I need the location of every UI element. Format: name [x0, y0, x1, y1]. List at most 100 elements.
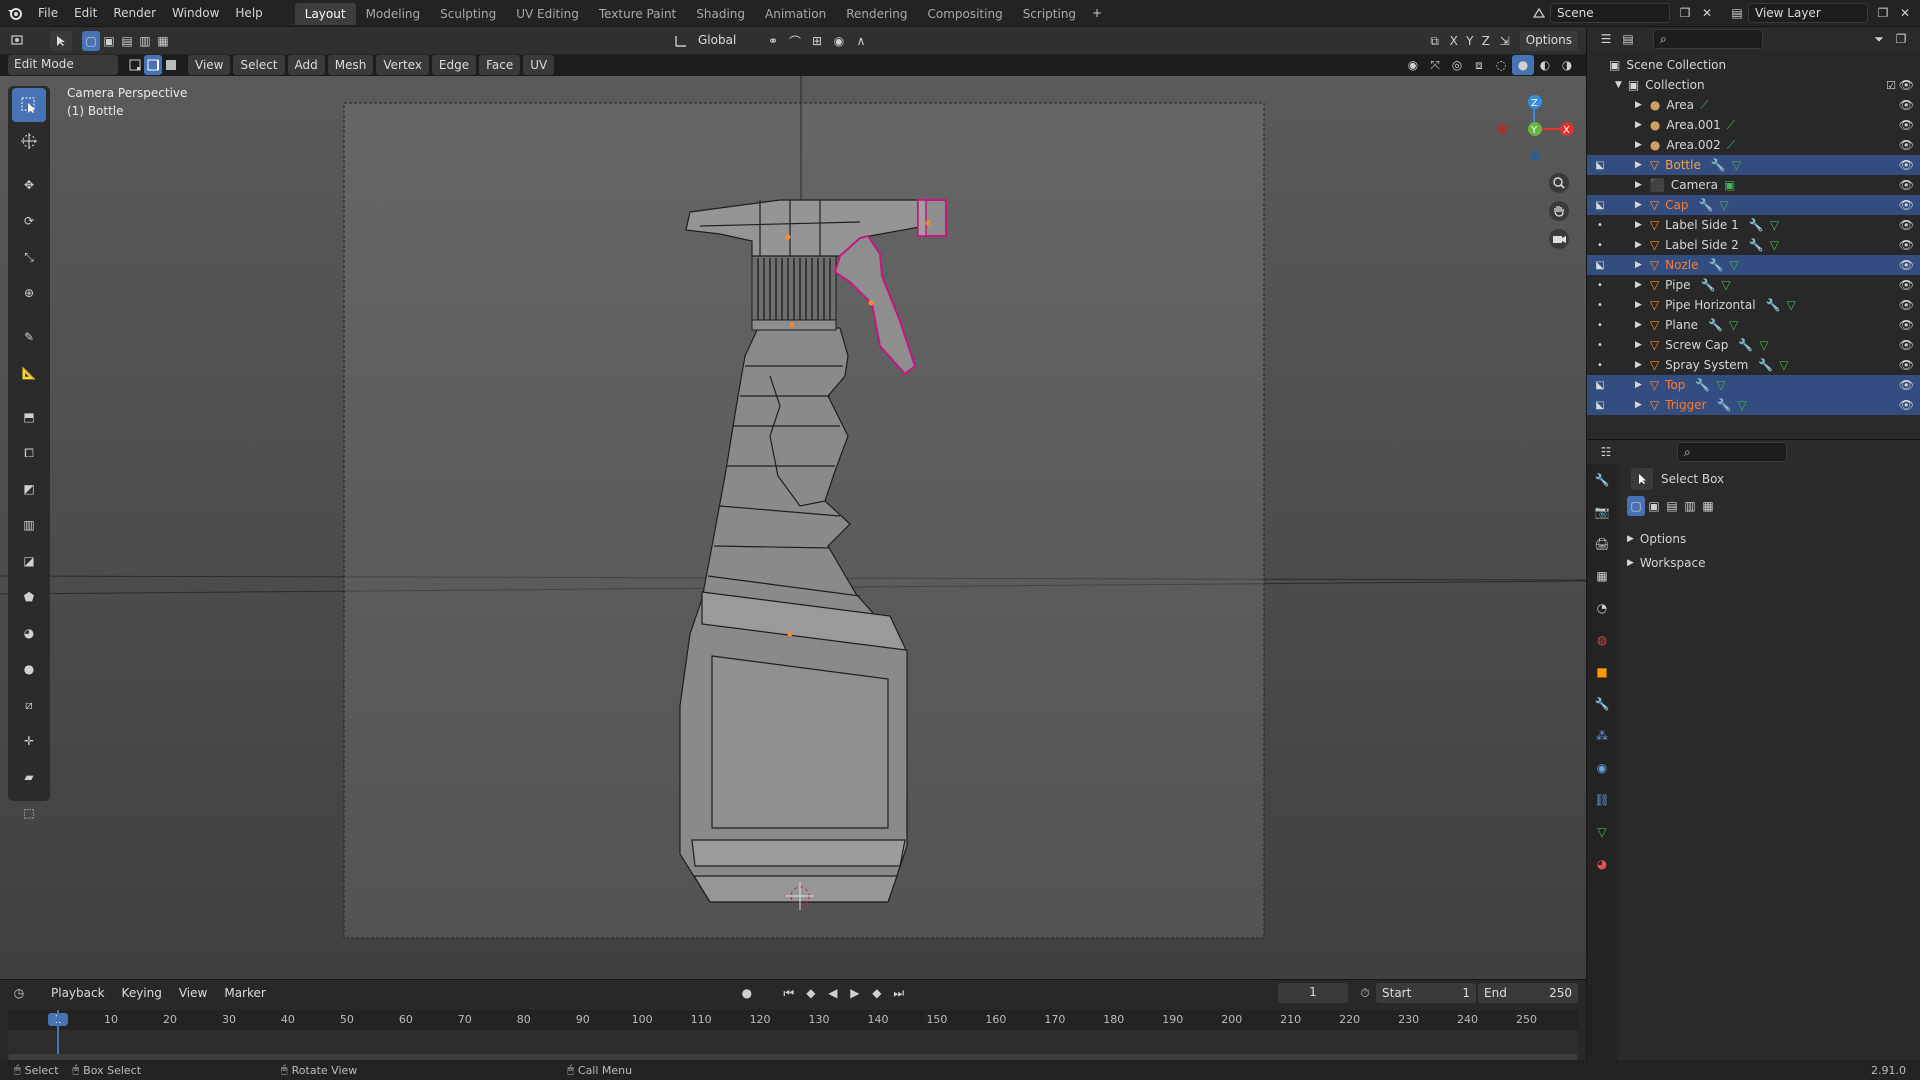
- expand-icon[interactable]: ▶: [1635, 140, 1642, 150]
- properties-search-input[interactable]: ⌕: [1677, 442, 1787, 462]
- visibility-eye-icon[interactable]: 👁: [1899, 198, 1914, 212]
- particles-tab-icon[interactable]: ⁂: [1591, 726, 1613, 746]
- select-new-icon[interactable]: ▢: [82, 31, 100, 51]
- edit-toggle-dot-icon[interactable]: •: [1591, 300, 1609, 311]
- outliner-item-label-side-2[interactable]: • ▶ ▽ Label Side 2 🔧 ▽ 👁: [1587, 235, 1920, 255]
- edit-mode-icon[interactable]: ⬕: [1591, 160, 1609, 171]
- data-tab-icon[interactable]: ▽: [1591, 822, 1613, 842]
- solid-shading-icon[interactable]: ●: [1512, 55, 1534, 75]
- mode-subtract-icon[interactable]: ▤: [1663, 496, 1681, 516]
- light-data-icon[interactable]: ⟋: [1727, 118, 1735, 133]
- preview-range-icon[interactable]: ⏱: [1354, 983, 1376, 1003]
- menu-add[interactable]: Add: [287, 55, 325, 75]
- tab-scripting[interactable]: Scripting: [1013, 3, 1086, 25]
- modifier-icon[interactable]: 🔧: [1695, 378, 1710, 392]
- outliner-item-label-side-1[interactable]: • ▶ ▽ Label Side 1 🔧 ▽ 👁: [1587, 215, 1920, 235]
- view-layer-selector[interactable]: View Layer: [1748, 3, 1868, 23]
- modifier-icon[interactable]: 🔧: [1711, 158, 1726, 172]
- menu-uv[interactable]: UV: [523, 55, 555, 75]
- modifier-icon[interactable]: 🔧: [1699, 198, 1714, 212]
- editor-type-icon[interactable]: [8, 31, 30, 51]
- filter-icon[interactable]: ⏷: [1868, 29, 1890, 49]
- outliner-item-screw-cap[interactable]: • ▶ ▽ Screw Cap 🔧 ▽ 👁: [1587, 335, 1920, 355]
- camera-view-icon[interactable]: [1548, 228, 1570, 253]
- outliner-editor-type-icon[interactable]: ☰: [1595, 29, 1617, 49]
- light-data-icon[interactable]: ⟋: [1727, 138, 1735, 153]
- visibility-eye-icon[interactable]: 👁: [1899, 218, 1914, 232]
- expand-icon[interactable]: ▶: [1635, 120, 1642, 130]
- loop-cut-tool-icon[interactable]: ▥: [12, 508, 46, 542]
- scene-collection-row[interactable]: ▣ Scene Collection: [1587, 55, 1920, 75]
- timeline-editor-type-icon[interactable]: ◷: [8, 983, 30, 1003]
- expand-icon[interactable]: ▶: [1635, 100, 1642, 110]
- expand-icon[interactable]: ▶: [1635, 160, 1642, 170]
- modifier-icon[interactable]: 🔧: [1717, 398, 1732, 412]
- proportional-edit-icon[interactable]: ◉: [828, 31, 850, 51]
- menu-help[interactable]: Help: [227, 0, 270, 27]
- menu-window[interactable]: Window: [164, 0, 227, 27]
- menu-mesh[interactable]: Mesh: [327, 55, 374, 75]
- expand-icon[interactable]: ▶: [1635, 180, 1642, 190]
- options-dropdown[interactable]: Options: [1519, 31, 1578, 51]
- select-invert-icon[interactable]: ▥: [136, 31, 154, 51]
- visibility-eye-icon[interactable]: 👁: [1899, 98, 1914, 112]
- timeline-track-area[interactable]: [8, 1030, 1578, 1056]
- overlays-toggle-icon[interactable]: ◎: [1446, 55, 1468, 75]
- rendered-shading-icon[interactable]: ◑: [1556, 55, 1578, 75]
- annotate-tool-icon[interactable]: ✎: [12, 320, 46, 354]
- shear-tool-icon[interactable]: ▰: [12, 760, 46, 794]
- end-frame-field[interactable]: End 250: [1478, 983, 1578, 1003]
- delete-scene-icon[interactable]: ✕: [1696, 3, 1718, 23]
- wireframe-shading-icon[interactable]: ◌: [1490, 55, 1512, 75]
- visibility-eye-icon[interactable]: 👁: [1899, 178, 1914, 192]
- visibility-eye-icon[interactable]: 👁: [1899, 258, 1914, 272]
- jump-keyframe-forward-icon[interactable]: ◆: [866, 983, 888, 1003]
- mesh-data-icon[interactable]: ▽: [1716, 378, 1725, 392]
- visibility-eye-icon[interactable]: 👁: [1899, 298, 1914, 312]
- mesh-data-icon[interactable]: ▽: [1787, 298, 1796, 312]
- outliner-item-pipe-horizontal[interactable]: • ▶ ▽ Pipe Horizontal 🔧 ▽ 👁: [1587, 295, 1920, 315]
- material-shading-icon[interactable]: ◐: [1534, 55, 1556, 75]
- modifier-tab-icon[interactable]: 🔧: [1591, 694, 1613, 714]
- tool-tab-icon[interactable]: 🔧: [1591, 470, 1613, 490]
- zoom-icon[interactable]: [1548, 172, 1570, 197]
- start-frame-field[interactable]: Start 1: [1376, 983, 1476, 1003]
- axis-z-toggle[interactable]: Z: [1478, 31, 1494, 51]
- edit-toggle-dot-icon[interactable]: •: [1591, 320, 1609, 331]
- mesh-data-icon[interactable]: ▽: [1732, 158, 1741, 172]
- mesh-data-icon[interactable]: ▽: [1759, 338, 1768, 352]
- tab-layout[interactable]: Layout: [294, 3, 356, 25]
- outliner-item-cap[interactable]: ⬕ ▶ ▽ Cap 🔧 ▽ 👁: [1587, 195, 1920, 215]
- outliner-item-area-001[interactable]: ▶ ● Area.001 ⟋ 👁: [1587, 115, 1920, 135]
- knife-tool-icon[interactable]: ◪: [12, 544, 46, 578]
- expand-icon[interactable]: ▶: [1635, 400, 1642, 410]
- vertex-select-icon[interactable]: [126, 55, 144, 75]
- tab-animation[interactable]: Animation: [755, 3, 836, 25]
- tab-texture-paint[interactable]: Texture Paint: [589, 3, 686, 25]
- current-frame-field[interactable]: 1: [1278, 983, 1348, 1003]
- tab-rendering[interactable]: Rendering: [836, 3, 917, 25]
- view-layer-icon[interactable]: ▤: [1726, 3, 1748, 23]
- render-tab-icon[interactable]: 📷: [1591, 502, 1613, 522]
- new-view-layer-icon[interactable]: ❐: [1872, 3, 1894, 23]
- menu-keying[interactable]: Keying: [115, 983, 169, 1003]
- tab-shading[interactable]: Shading: [686, 3, 755, 25]
- mesh-data-icon[interactable]: ▽: [1738, 398, 1747, 412]
- material-tab-icon[interactable]: ◕: [1591, 854, 1613, 874]
- outliner-item-bottle[interactable]: ⬕ ▶ ▽ Bottle 🔧 ▽ 👁: [1587, 155, 1920, 175]
- snap-target-icon[interactable]: ⊞: [806, 31, 828, 51]
- cursor-tool-icon[interactable]: [12, 124, 46, 158]
- scene-tab-icon[interactable]: ◔: [1591, 598, 1613, 618]
- transform-orientation-icon[interactable]: [670, 31, 692, 51]
- smooth-tool-icon[interactable]: ●: [12, 652, 46, 686]
- mode-dropdown[interactable]: Edit Mode: [8, 55, 118, 75]
- add-workspace-icon[interactable]: +: [1086, 3, 1108, 23]
- play-reverse-icon[interactable]: ◀: [822, 983, 844, 1003]
- select-box-icon[interactable]: [1631, 468, 1653, 490]
- menu-playback[interactable]: Playback: [44, 983, 112, 1003]
- outliner-item-area-002[interactable]: ▶ ● Area.002 ⟋ 👁: [1587, 135, 1920, 155]
- menu-timeline-view[interactable]: View: [172, 983, 214, 1003]
- constraints-tab-icon[interactable]: ⛓: [1591, 790, 1613, 810]
- visibility-eye-icon[interactable]: 👁: [1899, 138, 1914, 152]
- pan-hand-icon[interactable]: [1548, 200, 1570, 225]
